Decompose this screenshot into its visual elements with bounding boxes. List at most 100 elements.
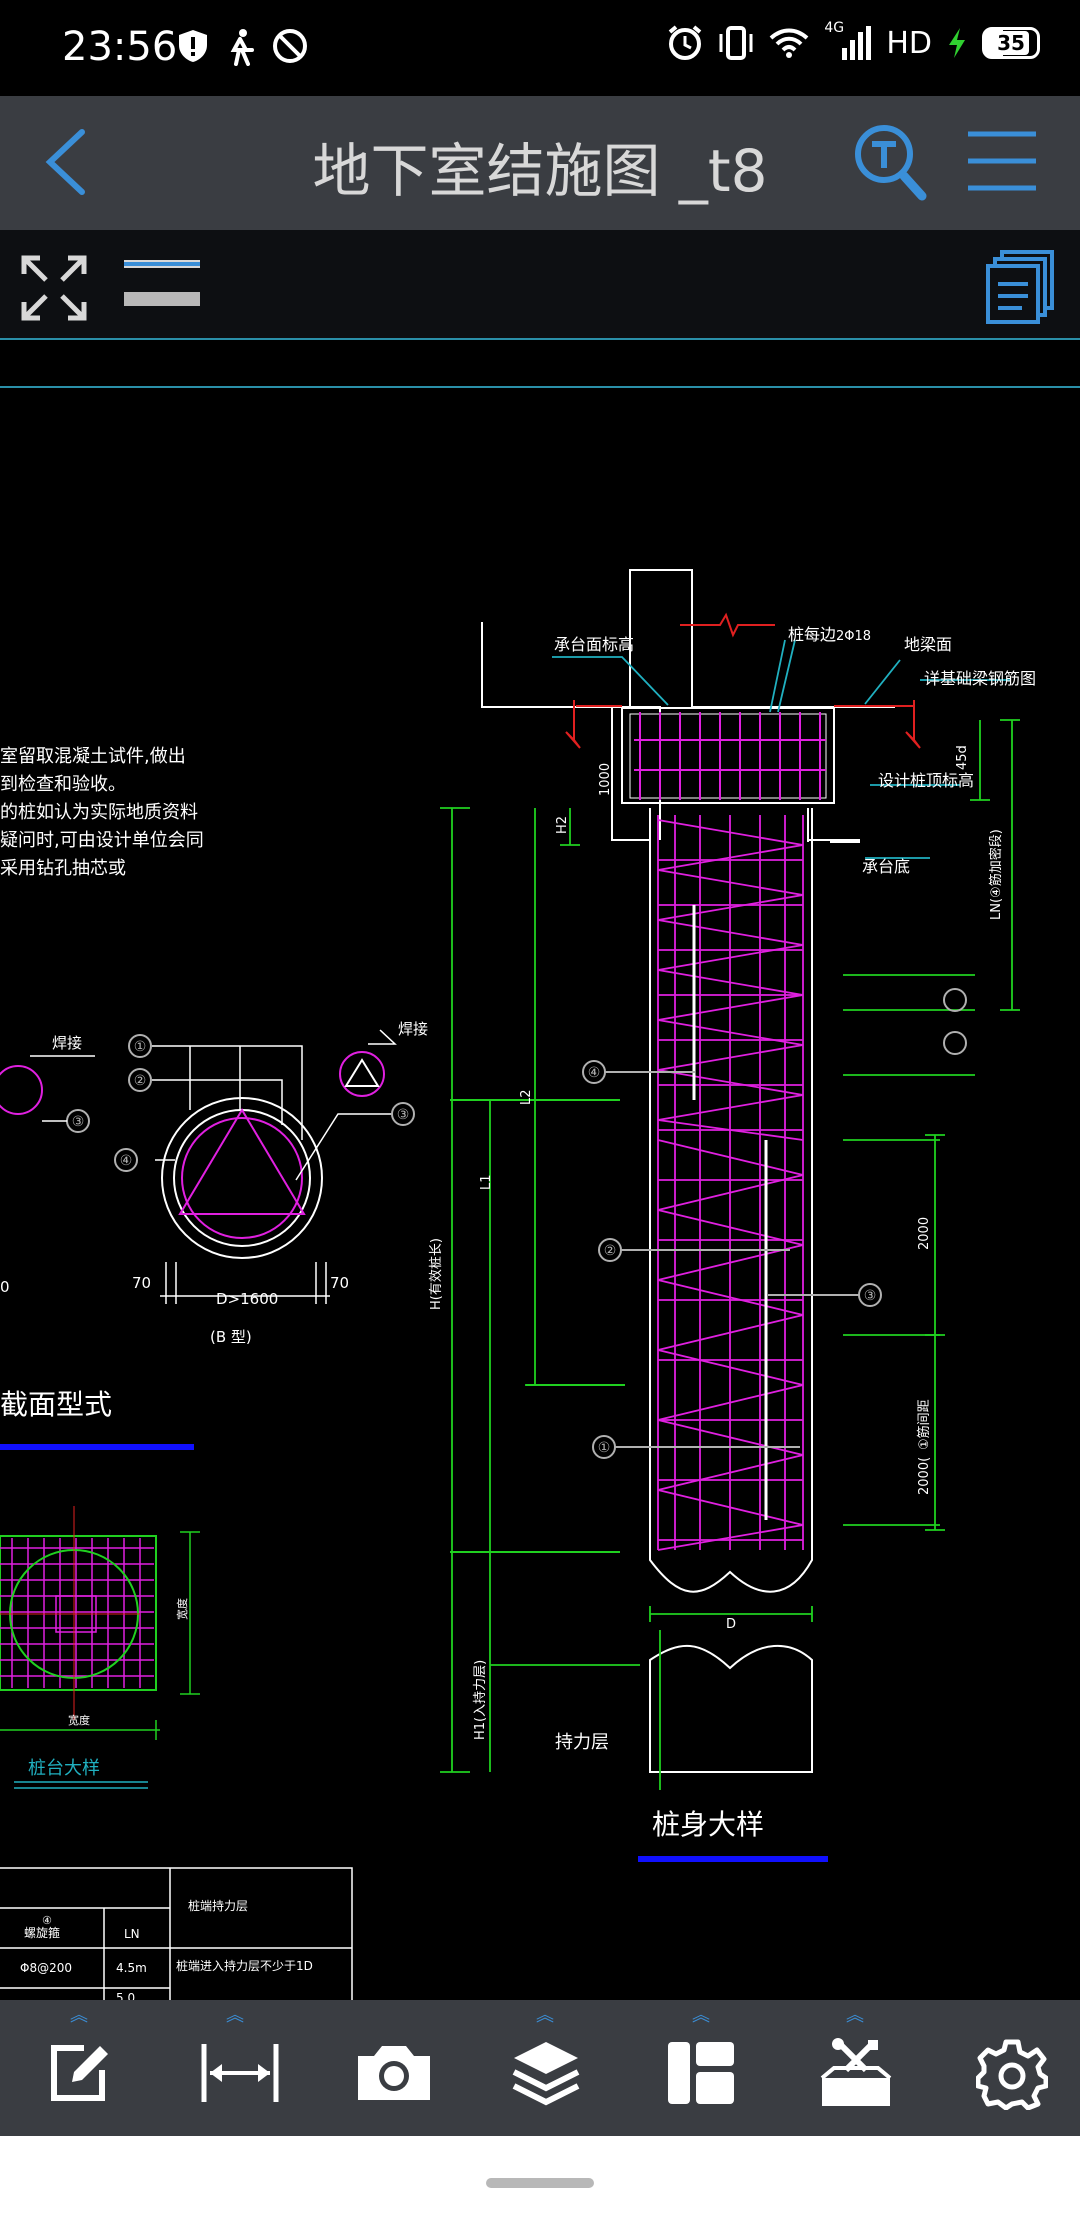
label-dim-1000: 1000 [598,763,613,796]
settings-tool-button[interactable] [956,2000,1066,2136]
table-callout-4: ④ [42,1914,52,1927]
label-dim-45d: 45d [955,745,970,770]
shield-icon [179,30,207,62]
status-time: 23:56 [62,24,178,70]
expand-arrows-icon [21,255,87,321]
label-beam-detail: 详基础梁钢筋图 [924,669,1036,688]
cap-width-label: 宽度 [175,1598,189,1620]
layout-tool-button[interactable]: ︽ [646,2000,756,2136]
table-col-rebar: 螺旋箍 [24,1925,60,1940]
layers-tool-button[interactable]: ︽ [490,2000,600,2136]
note-line-3: 的桩如认为实际地质资料 [0,802,198,823]
label-dim-2000b: 2000( [917,1457,932,1495]
table-col-anchor: 桩端持力层 [188,1898,248,1913]
label-cap-top: 承台面标高 [554,635,634,654]
note-line-1: 室留取混凝土试件,做出 [0,746,186,767]
label-l2: L2 [519,1089,534,1105]
chevron-up-icon: ︽ [226,2005,244,2026]
status-left-icons [176,28,308,66]
section-callout-2: ② [134,1073,147,1089]
label-cap-bottom: 承台底 [862,857,910,876]
section-callout-3: ③ [397,1107,410,1123]
hd-indicator: HD [886,25,932,61]
dim-70-right: 70 [330,1274,349,1292]
dim-70-left: 70 [132,1274,151,1292]
vibrate-icon [719,26,753,60]
line-weight-button[interactable] [124,256,200,312]
title-bar: 地下室结施图 _t8 [0,96,1080,230]
label-pile-rebar: 桩每边 [788,625,836,644]
drawing-border-line [0,386,1080,388]
cap-width-label-2: 宽度 [68,1713,90,1727]
battery-indicator: 35 [982,27,1040,59]
dim-d-size: D>1600 [216,1290,278,1308]
table-row1-ln: 4.5m [116,1961,147,1975]
left-callout-3: ③ [72,1114,85,1130]
note-line-4: 疑问时,可由设计单位会同 [0,830,204,851]
view-toolbar [0,230,1080,340]
chevron-up-icon: ︽ [70,2005,88,2026]
section-callout-4: ④ [120,1153,133,1169]
status-right: 4G HD 35 [666,20,1040,62]
page-title: 地下室结施图 _t8 [312,137,768,205]
cap-detail-title: 桩台大样 [28,1758,100,1779]
toolbox-icon [820,2038,892,2106]
chevron-up-icon: ︽ [846,2005,864,2026]
label-rebar-spec: 2Φ18 [836,629,871,644]
alarm-icon [669,25,702,60]
cad-drawing-canvas[interactable]: 室留取混凝土试件,做出 到检查和验收。 的桩如认为实际地质资料 疑问时,可由设计… [0,392,1080,2000]
dnd-icon [273,29,307,63]
pile-callout-2: ② [604,1243,617,1259]
section-callout-1: ① [134,1039,147,1055]
menu-button[interactable] [966,130,1038,192]
label-d: D [726,1617,736,1632]
pile-detail-title: 桩身大样 [652,1808,764,1841]
dim-zero: 0 [0,1278,10,1296]
signal-icon: 4G [824,20,872,62]
camera-tool-button[interactable] [334,2000,444,2136]
weld-label-right: 焊接 [398,1020,428,1038]
label-beam-face: 地梁面 [904,635,952,654]
label-design-top: 设计桩顶标高 [878,771,974,790]
bottom-toolbar: ︽ ︽ ︽ ︽ ︽ [0,2000,1080,2136]
pile-callout-1: ① [598,1440,611,1456]
status-bar: 23:56 4G HD 35 [0,0,1080,96]
wifi-icon [769,28,809,58]
measure-tool-button[interactable]: ︽ [180,2000,290,2136]
section-type-b: (B 型) [210,1328,252,1346]
note-line-2: 到检查和验收。 [0,774,126,795]
walking-icon [230,29,254,66]
chevron-up-icon: ︽ [536,2005,554,2026]
text-search-icon [855,125,927,201]
line-weight-icon [124,260,200,306]
chevron-left-icon [45,129,85,195]
pile-callout-3: ③ [864,1288,877,1304]
table-row1-rebar: Φ8@200 [20,1961,72,1975]
battery-level: 35 [993,31,1029,55]
layers-icon [512,2042,580,2106]
label-dim-ln: LN(④筋加密段) [988,829,1004,920]
toolbox-tool-button[interactable]: ︽ [800,2000,910,2136]
fit-screen-button[interactable] [18,252,90,324]
table-col-ln: LN [124,1927,140,1941]
label-spacing: ①筋间距 [916,1399,932,1450]
table-row1-anchor: 桩端进入持力层不少于1D [176,1958,313,1973]
pile-callout-4: ④ [588,1065,601,1081]
note-line-5: 采用钻孔抽芯或 [0,858,126,879]
charging-icon [949,28,965,58]
label-h2: H2 [555,816,570,834]
gear-icon [976,2039,1048,2110]
layouts-button[interactable] [984,250,1056,326]
edit-tool-button[interactable]: ︽ [24,2000,134,2136]
table-row2-ln: 5.0 [116,1991,135,2000]
back-button[interactable] [40,126,100,198]
system-nav-bar [0,2136,1080,2232]
layout-icon [668,2042,734,2104]
network-type: 4G [824,20,845,36]
edit-icon [51,2045,108,2101]
text-search-button[interactable] [852,122,928,202]
label-dim-2000a: 2000 [917,1217,932,1250]
measure-icon [201,2044,279,2102]
home-gesture-pill[interactable] [486,2178,594,2188]
camera-icon [358,2046,430,2100]
